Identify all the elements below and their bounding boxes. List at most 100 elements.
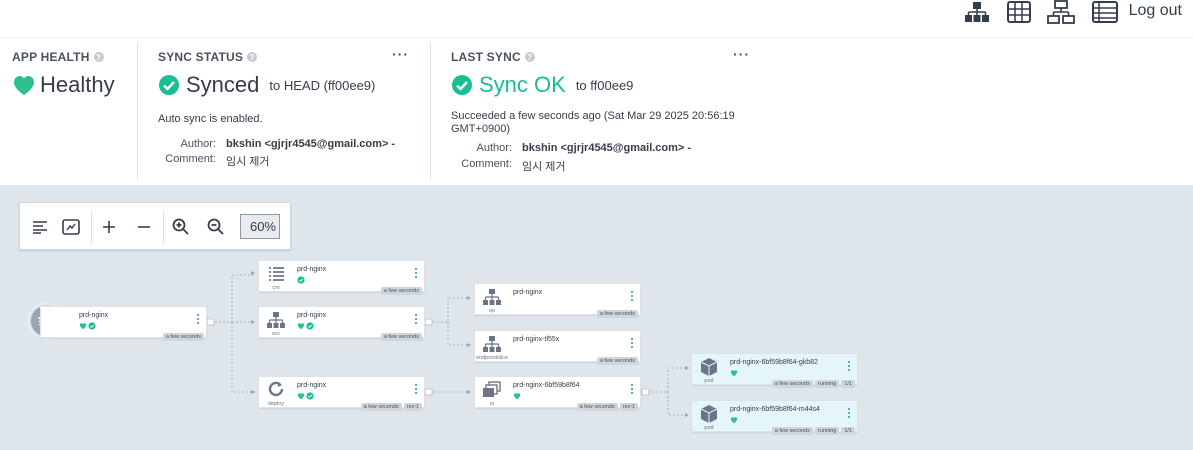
tree-view-icon[interactable] bbox=[962, 0, 992, 24]
align-left-icon[interactable] bbox=[28, 215, 52, 239]
minus-icon[interactable] bbox=[132, 215, 156, 239]
age-tag: a few seconds bbox=[380, 287, 422, 295]
node-name: prd-nginx-6bf59b8f64 bbox=[513, 382, 580, 389]
comment-value: 임시 제거 bbox=[226, 156, 270, 168]
node-ep[interactable]: ep prd-nginx a few seconds bbox=[474, 283, 641, 318]
deployment-icon bbox=[268, 381, 284, 397]
node-tags: a few seconds running 1/1 bbox=[771, 427, 855, 435]
last-sync-title: LAST SYNC? bbox=[451, 50, 535, 64]
check-circle-icon bbox=[297, 276, 305, 284]
node-endpointslice[interactable]: endpointslice prd-nginx-tl55x a few seco… bbox=[474, 330, 641, 365]
zoom-out-icon[interactable] bbox=[204, 215, 228, 239]
graph-toolbar: 60% bbox=[19, 202, 291, 250]
node-menu-icon[interactable] bbox=[630, 384, 634, 396]
heart-icon bbox=[14, 76, 34, 95]
replicaset-icon bbox=[483, 381, 501, 397]
app-health-text: Healthy bbox=[40, 72, 115, 97]
node-name: prd-nginx-6bf59b8f64-m44s4 bbox=[730, 406, 820, 413]
author-label: Author: bbox=[180, 138, 216, 150]
configmap-icon bbox=[269, 267, 284, 281]
node-kind: svc bbox=[271, 331, 281, 337]
node-tags: a few seconds bbox=[596, 357, 638, 365]
node-cm[interactable]: cm prd-nginx a few seconds bbox=[258, 260, 425, 295]
service-icon bbox=[267, 312, 285, 328]
node-name: prd-nginx bbox=[513, 289, 543, 296]
node-pod[interactable]: pod prd-nginx-6bf59b8f64-gkb82 a few sec… bbox=[691, 353, 858, 388]
node-name: prd-nginx bbox=[297, 312, 327, 319]
node-kind: pod bbox=[704, 378, 714, 384]
app-health-status: Healthy bbox=[12, 72, 115, 98]
node-status bbox=[297, 276, 305, 284]
age-tag: a few seconds bbox=[771, 380, 813, 388]
zoom-level[interactable]: 60% bbox=[240, 214, 280, 239]
plus-icon[interactable] bbox=[97, 215, 121, 239]
node-menu-icon[interactable] bbox=[414, 314, 418, 326]
node-status bbox=[730, 416, 738, 424]
age-tag: a few seconds bbox=[360, 403, 402, 411]
sync-status-menu-icon[interactable]: ··· bbox=[392, 46, 409, 62]
help-icon[interactable]: ? bbox=[93, 52, 104, 62]
sync-target: to HEAD (ff00ee9) bbox=[269, 77, 376, 93]
node-menu-icon[interactable] bbox=[847, 361, 851, 373]
node-status bbox=[730, 369, 738, 377]
pods-view-icon[interactable] bbox=[1004, 0, 1034, 24]
node-menu-icon[interactable] bbox=[414, 384, 418, 396]
node-app[interactable]: prd-nginx a few seconds bbox=[40, 306, 207, 341]
node-kind: endpointslice bbox=[475, 355, 509, 361]
heart-icon bbox=[730, 370, 738, 377]
node-status bbox=[513, 392, 521, 400]
last-sync-line: Sync OK to ff00ee9 bbox=[451, 72, 633, 98]
endpointslice-icon bbox=[483, 336, 501, 352]
node-tags: a few seconds bbox=[380, 333, 422, 341]
node-status bbox=[297, 392, 314, 400]
help-icon[interactable]: ? bbox=[524, 52, 535, 62]
ready-tag: 1/1 bbox=[841, 380, 855, 388]
node-status bbox=[79, 322, 96, 330]
divider bbox=[91, 211, 92, 243]
last-sync-panel: LAST SYNC? ··· Sync OK to ff00ee9 Succee… bbox=[431, 38, 761, 180]
ready-tag: 1/1 bbox=[841, 427, 855, 435]
author-value: bkshin <gjrjr4545@gmail.com> - bbox=[522, 142, 692, 154]
node-tags: a few seconds rev:1 bbox=[360, 403, 422, 411]
app-health-title: APP HEALTH? bbox=[12, 50, 104, 64]
heart-icon bbox=[297, 323, 305, 330]
network-view-icon[interactable] bbox=[1046, 0, 1076, 24]
endpoint-icon bbox=[483, 289, 501, 305]
node-name: prd-nginx-tl55x bbox=[513, 336, 560, 343]
node-menu-icon[interactable] bbox=[630, 338, 634, 350]
node-deploy[interactable]: deploy prd-nginx a few seconds rev:1 bbox=[258, 376, 425, 411]
help-icon[interactable]: ? bbox=[247, 52, 258, 62]
fit-screen-icon[interactable] bbox=[59, 215, 83, 239]
zoom-in-icon[interactable] bbox=[169, 215, 193, 239]
node-menu-icon[interactable] bbox=[196, 314, 200, 326]
heart-icon bbox=[297, 393, 305, 400]
node-pod[interactable]: pod prd-nginx-6bf59b8f64-m44s4 a few sec… bbox=[691, 400, 858, 435]
revision-tag: rev:1 bbox=[619, 403, 638, 411]
sync-status-panel: SYNC STATUS? ··· Synced to HEAD (ff00ee9… bbox=[138, 38, 430, 180]
pod-icon bbox=[700, 405, 718, 423]
node-name: prd-nginx bbox=[297, 266, 327, 273]
age-tag: a few seconds bbox=[162, 333, 204, 341]
node-menu-icon[interactable] bbox=[630, 291, 634, 303]
node-name: prd-nginx-6bf59b8f64-gkb82 bbox=[730, 359, 818, 366]
node-svc[interactable]: svc prd-nginx a few seconds bbox=[258, 306, 425, 341]
node-tags: a few seconds bbox=[596, 310, 638, 318]
last-sync-menu-icon[interactable]: ··· bbox=[733, 46, 750, 62]
node-rs[interactable]: rs prd-nginx-6bf59b8f64 a few seconds rev… bbox=[474, 376, 641, 411]
top-nav: Log out bbox=[0, 0, 1193, 37]
node-menu-icon[interactable] bbox=[847, 408, 851, 420]
logout-link[interactable]: Log out bbox=[1129, 2, 1182, 20]
revision-tag: rev:1 bbox=[403, 403, 422, 411]
node-tags: a few seconds rev:1 bbox=[576, 403, 638, 411]
age-tag: a few seconds bbox=[576, 403, 618, 411]
last-sync-result-2: GMT+0900) bbox=[451, 123, 510, 135]
pod-icon bbox=[700, 358, 718, 376]
node-menu-icon[interactable] bbox=[414, 268, 418, 280]
age-tag: a few seconds bbox=[380, 333, 422, 341]
age-tag: a few seconds bbox=[771, 427, 813, 435]
app-health-panel: APP HEALTH? Healthy bbox=[0, 38, 137, 180]
list-view-icon[interactable] bbox=[1090, 0, 1120, 24]
last-sync-text: Sync OK bbox=[479, 72, 566, 97]
node-kind: ep bbox=[488, 308, 496, 314]
comment-label: Comment: bbox=[165, 153, 216, 165]
